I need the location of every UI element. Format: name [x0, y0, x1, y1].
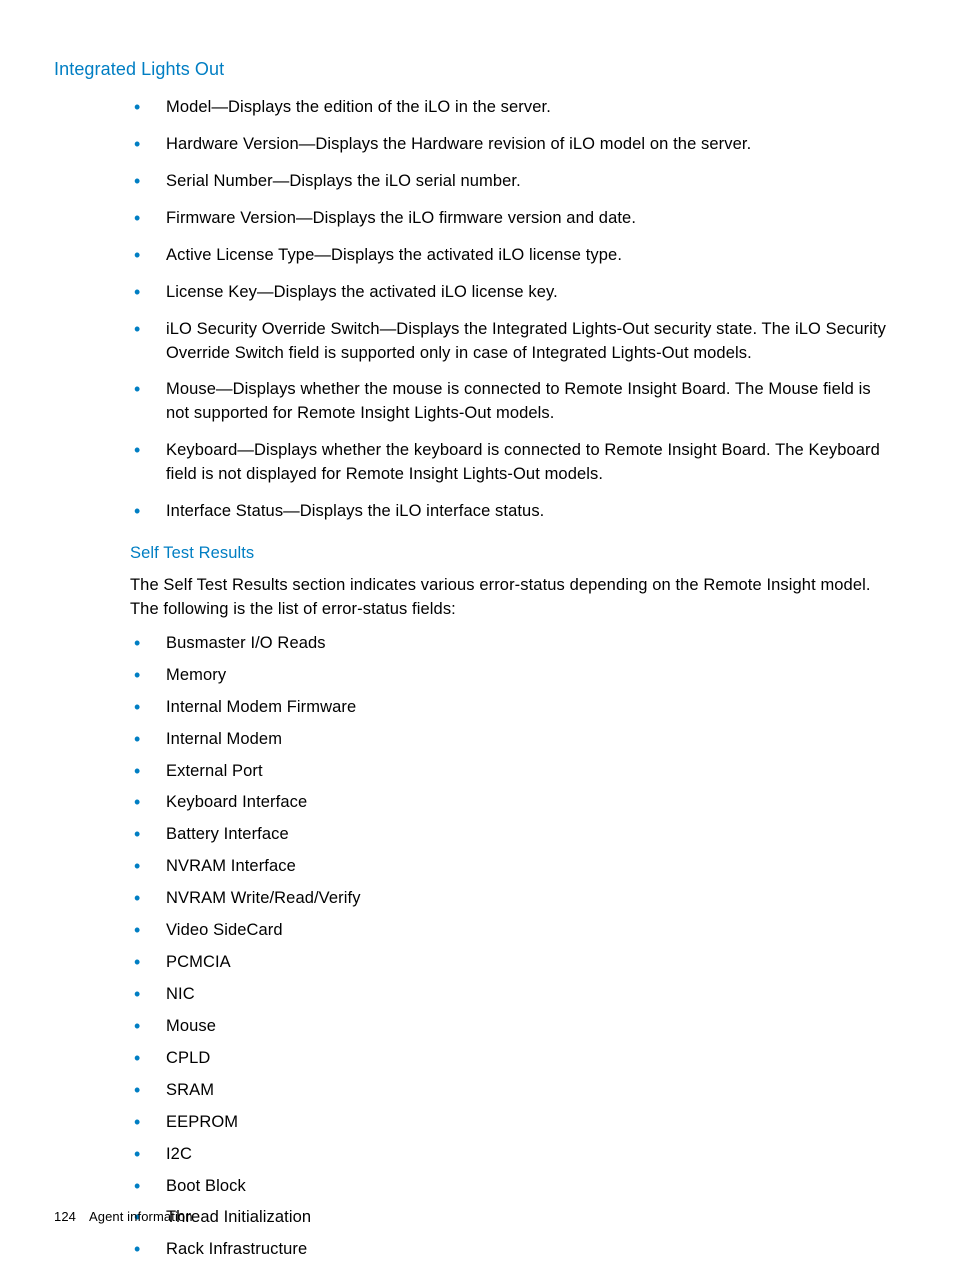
list-item: NVRAM Write/Read/Verify	[130, 887, 900, 911]
list-item: Interface Status—Displays the iLO interf…	[130, 500, 892, 524]
list-item: Rack Infrastructure	[130, 1238, 900, 1262]
list-item: NIC	[130, 983, 900, 1007]
list-item: Keyboard—Displays whether the keyboard i…	[130, 439, 892, 487]
self-test-intro: The Self Test Results section indicates …	[130, 574, 892, 622]
page-footer: 124 Agent information	[54, 1208, 193, 1227]
list-item: PCMCIA	[130, 951, 900, 975]
ilo-field-list: Model—Displays the edition of the iLO in…	[130, 96, 900, 524]
list-item: License Key—Displays the activated iLO l…	[130, 281, 892, 305]
list-item: Firmware Version—Displays the iLO firmwa…	[130, 207, 892, 231]
list-item: EEPROM	[130, 1111, 900, 1135]
list-item: Internal Modem Firmware	[130, 696, 900, 720]
list-item: Busmaster I/O Reads	[130, 632, 900, 656]
list-item: Video SideCard	[130, 919, 900, 943]
page-number: 124	[54, 1209, 76, 1224]
list-item: Internal Modem	[130, 728, 900, 752]
list-item: Serial Number—Displays the iLO serial nu…	[130, 170, 892, 194]
list-item: SRAM	[130, 1079, 900, 1103]
footer-section-label: Agent information	[89, 1209, 193, 1224]
list-item: External Port	[130, 760, 900, 784]
list-item: Battery Interface	[130, 823, 900, 847]
list-item: Hardware Version—Displays the Hardware r…	[130, 133, 892, 157]
list-item: Memory	[130, 664, 900, 688]
list-item: Model—Displays the edition of the iLO in…	[130, 96, 892, 120]
list-item: I2C	[130, 1143, 900, 1167]
self-test-list: Busmaster I/O Reads Memory Internal Mode…	[130, 632, 900, 1262]
list-item: Active License Type—Displays the activat…	[130, 244, 892, 268]
list-item: NVRAM Interface	[130, 855, 900, 879]
list-item: Boot Block	[130, 1175, 900, 1199]
list-item: Mouse	[130, 1015, 900, 1039]
list-item: Mouse—Displays whether the mouse is conn…	[130, 378, 892, 426]
list-item: iLO Security Override Switch—Displays th…	[130, 318, 892, 366]
list-item: Thread Initialization	[130, 1206, 900, 1230]
page-content: Integrated Lights Out Model—Displays the…	[0, 0, 954, 1262]
list-item: Keyboard Interface	[130, 791, 900, 815]
heading-integrated-lights-out: Integrated Lights Out	[54, 56, 900, 82]
heading-self-test-results: Self Test Results	[130, 542, 900, 566]
list-item: CPLD	[130, 1047, 900, 1071]
